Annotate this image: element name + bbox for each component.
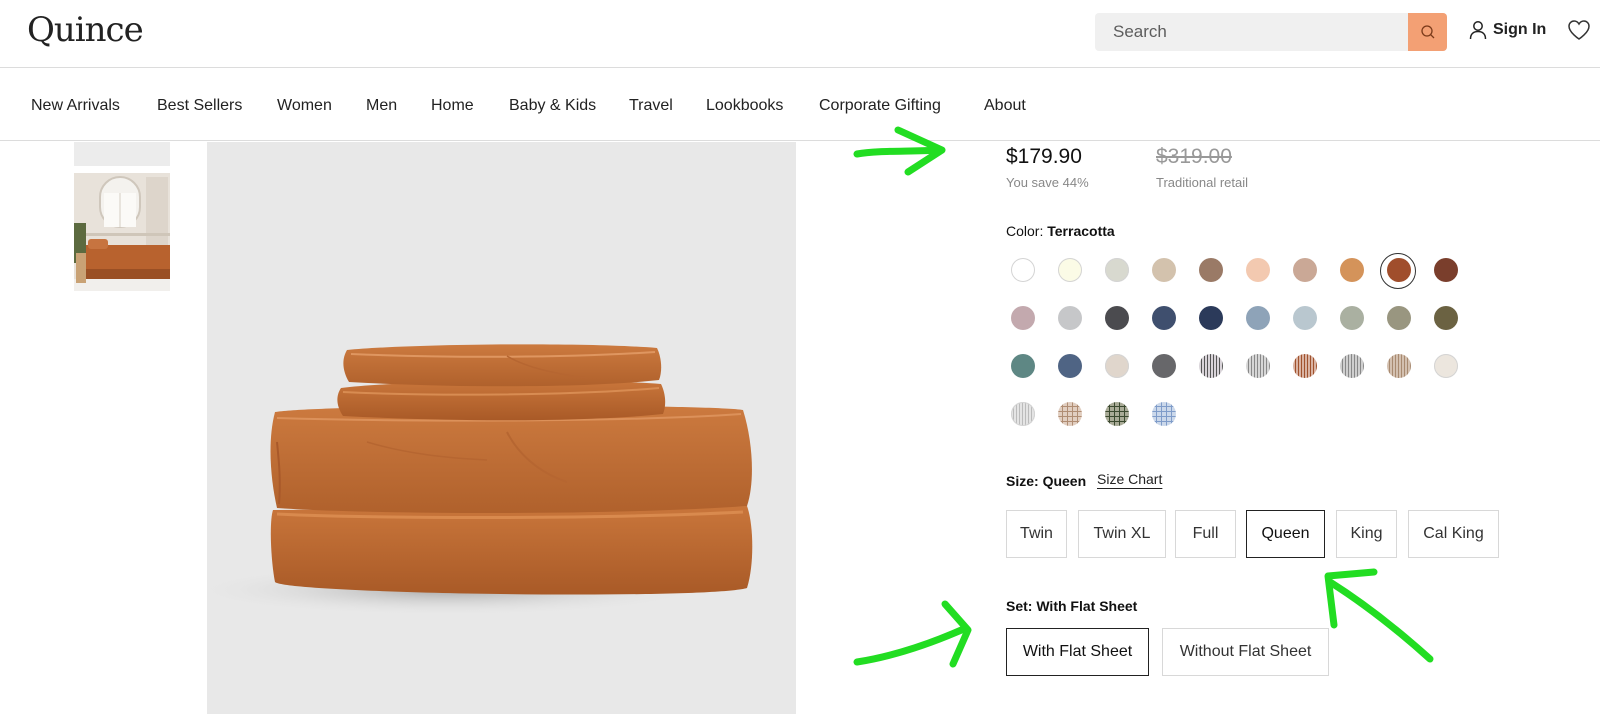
annotation-arrow: [853, 600, 972, 668]
color-swatch[interactable]: [1199, 258, 1223, 282]
color-swatch[interactable]: [1246, 258, 1270, 282]
color-swatch[interactable]: [1293, 354, 1317, 378]
color-swatch[interactable]: [1105, 354, 1129, 378]
color-swatch[interactable]: [1434, 306, 1458, 330]
color-swatch[interactable]: [1199, 354, 1223, 378]
color-swatch[interactable]: [1340, 258, 1364, 282]
nav-best-sellers[interactable]: Best Sellers: [157, 97, 242, 115]
nav-baby-kids[interactable]: Baby & Kids: [509, 97, 596, 115]
nav-travel[interactable]: Travel: [629, 97, 673, 115]
size-option[interactable]: Cal King: [1408, 510, 1499, 558]
user-icon: [1469, 21, 1487, 40]
color-swatch[interactable]: [1152, 354, 1176, 378]
wishlist-button[interactable]: [1567, 19, 1591, 46]
original-price: $319.00: [1156, 145, 1232, 168]
color-swatch[interactable]: [1387, 258, 1411, 282]
color-swatch[interactable]: [1293, 258, 1317, 282]
color-label: Color: Terracotta: [1006, 223, 1115, 239]
nav-home[interactable]: Home: [431, 97, 474, 115]
color-swatch[interactable]: [1293, 306, 1317, 330]
color-swatch[interactable]: [1058, 306, 1082, 330]
color-swatch[interactable]: [1011, 402, 1035, 426]
color-swatch[interactable]: [1387, 306, 1411, 330]
color-swatch[interactable]: [1387, 354, 1411, 378]
nav-corporate-gifting[interactable]: Corporate Gifting: [819, 97, 941, 115]
size-option[interactable]: Full: [1175, 510, 1236, 558]
retail-note: Traditional retail: [1156, 175, 1249, 190]
color-swatch[interactable]: [1199, 306, 1223, 330]
set-label: Set: With Flat Sheet: [1006, 598, 1138, 614]
color-swatch[interactable]: [1105, 402, 1129, 426]
search-input[interactable]: [1095, 13, 1408, 51]
main-nav: New Arrivals Best Sellers Women Men Home…: [0, 69, 1600, 141]
nav-lookbooks[interactable]: Lookbooks: [706, 97, 783, 115]
size-option[interactable]: Queen: [1246, 510, 1325, 558]
color-swatch[interactable]: [1152, 306, 1176, 330]
bedroom-image: [74, 173, 170, 291]
color-swatch[interactable]: [1340, 354, 1364, 378]
nav-new-arrivals[interactable]: New Arrivals: [31, 97, 120, 115]
color-swatch[interactable]: [1105, 306, 1129, 330]
color-swatch[interactable]: [1246, 306, 1270, 330]
savings-note: You save 44%: [1006, 175, 1089, 190]
site-header: Quince Sign In: [0, 0, 1600, 68]
sale-price: $179.90: [1006, 145, 1082, 168]
sign-in-label: Sign In: [1493, 21, 1547, 38]
color-swatch[interactable]: [1434, 258, 1458, 282]
color-swatch[interactable]: [1058, 402, 1082, 426]
annotation-arrow: [1324, 568, 1434, 663]
color-swatch[interactable]: [1105, 258, 1129, 282]
color-swatch[interactable]: [1011, 354, 1035, 378]
nav-men[interactable]: Men: [366, 97, 397, 115]
color-swatch[interactable]: [1152, 258, 1176, 282]
color-swatch[interactable]: [1058, 258, 1082, 282]
search-icon: [1420, 25, 1434, 39]
color-value: Terracotta: [1047, 223, 1115, 239]
size-option[interactable]: Twin XL: [1078, 510, 1166, 558]
product-thumbnail[interactable]: [74, 142, 170, 166]
search-bar: [1095, 13, 1447, 51]
color-label-prefix: Color:: [1006, 223, 1044, 239]
color-swatch[interactable]: [1011, 258, 1035, 282]
quince-logo[interactable]: Quince: [27, 10, 144, 50]
heart-icon: [1568, 20, 1590, 40]
search-button[interactable]: [1408, 13, 1447, 51]
color-swatch[interactable]: [1011, 306, 1035, 330]
color-swatch[interactable]: [1340, 306, 1364, 330]
color-swatch[interactable]: [1058, 354, 1082, 378]
size-label: Size: Queen: [1006, 473, 1087, 489]
color-swatch[interactable]: [1434, 354, 1458, 378]
nav-about[interactable]: About: [984, 97, 1026, 115]
main-product-image[interactable]: [207, 142, 796, 714]
folded-sheets-image: [207, 344, 753, 616]
size-chart-link[interactable]: Size Chart: [1097, 471, 1162, 487]
color-swatch[interactable]: [1152, 402, 1176, 426]
color-swatch[interactable]: [1246, 354, 1270, 378]
set-option[interactable]: With Flat Sheet: [1006, 628, 1149, 676]
nav-women[interactable]: Women: [277, 97, 332, 115]
sign-in-link[interactable]: Sign In: [1469, 20, 1546, 40]
room-thumbnail[interactable]: [74, 173, 170, 291]
size-option[interactable]: King: [1336, 510, 1397, 558]
set-option[interactable]: Without Flat Sheet: [1162, 628, 1329, 676]
size-option[interactable]: Twin: [1006, 510, 1067, 558]
